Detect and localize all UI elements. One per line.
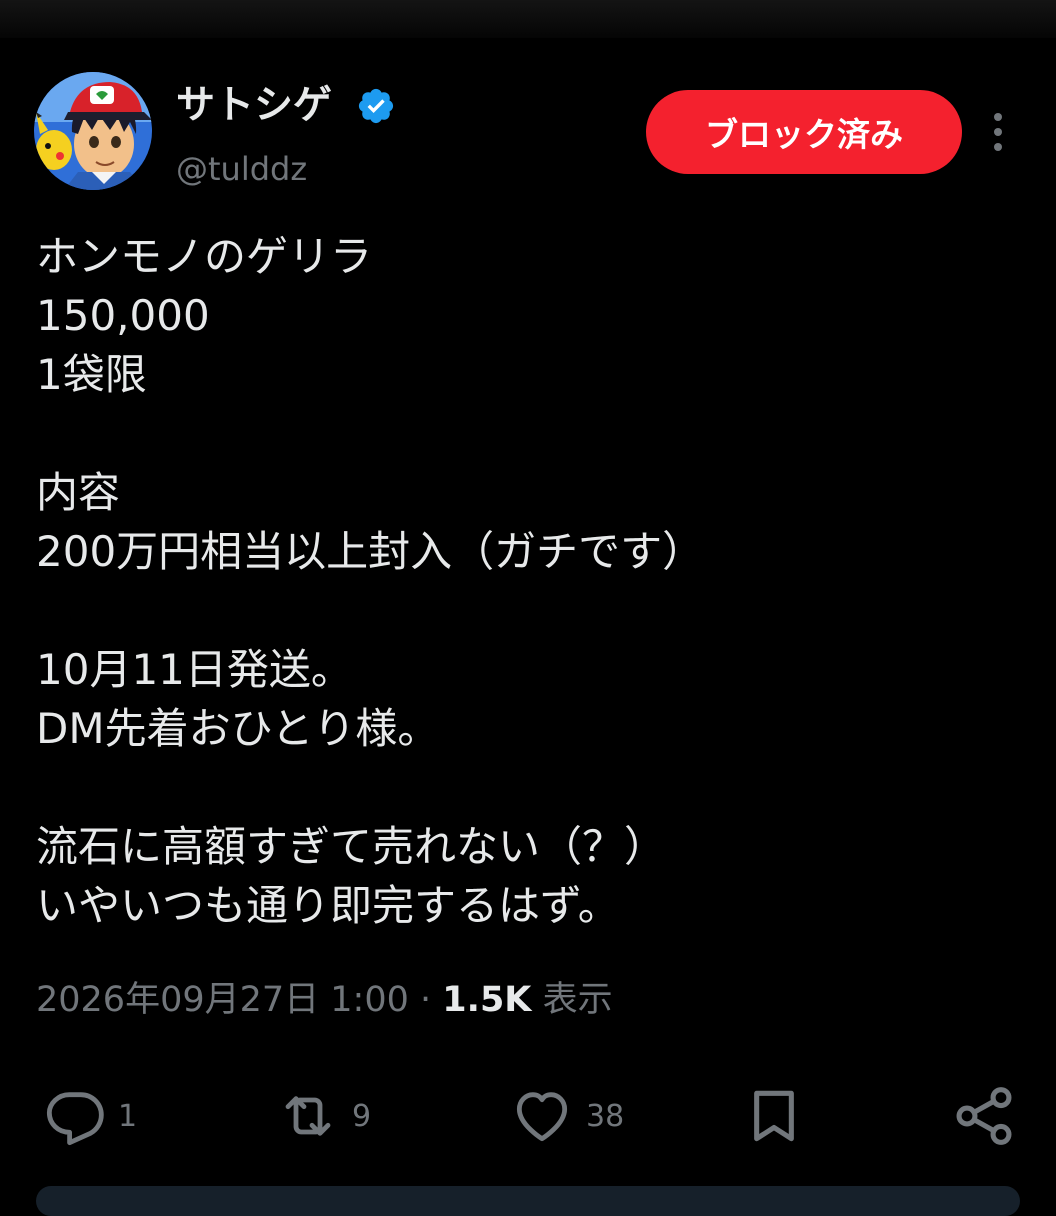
like-button[interactable]: 38: [508, 1080, 624, 1152]
meta-separator: ·: [420, 980, 432, 1020]
action-bar: 1 9 38: [0, 1080, 1056, 1152]
views-count: 1.5K: [442, 980, 532, 1020]
top-divider: [0, 0, 1056, 38]
reply-icon: [46, 1092, 104, 1146]
share-icon: [956, 1087, 1012, 1145]
avatar[interactable]: [34, 72, 152, 190]
bookmark-button[interactable]: [742, 1080, 806, 1152]
more-vertical-icon[interactable]: [976, 104, 1020, 160]
share-button[interactable]: [950, 1080, 1018, 1152]
bottom-panel-edge: [36, 1186, 1020, 1216]
reply-button[interactable]: 1: [44, 1080, 137, 1152]
tweet-meta: 2026年09月27日 1:00 · 1.5K 表示: [36, 972, 613, 1028]
tweet-text: ホンモノのゲリラ 150,000 1袋限 内容 200万円相当以上封入（ガチです…: [36, 232, 705, 930]
tweet-timestamp[interactable]: 2026年09月27日 1:00: [36, 980, 409, 1020]
reply-count: 1: [118, 1098, 138, 1134]
heart-icon: [516, 1092, 568, 1142]
retweet-icon: [285, 1096, 331, 1136]
user-handle[interactable]: @tulddz: [176, 148, 307, 190]
like-count: 38: [586, 1098, 625, 1134]
avatar-image: [34, 72, 152, 190]
retweet-count: 9: [352, 1098, 372, 1134]
blocked-button[interactable]: ブロック済み: [646, 90, 962, 174]
display-name[interactable]: サトシゲ: [176, 80, 332, 132]
verified-badge-icon: [356, 86, 396, 126]
views-label: 表示: [542, 980, 613, 1020]
retweet-button[interactable]: 9: [274, 1080, 371, 1152]
bookmark-icon: [754, 1090, 794, 1142]
